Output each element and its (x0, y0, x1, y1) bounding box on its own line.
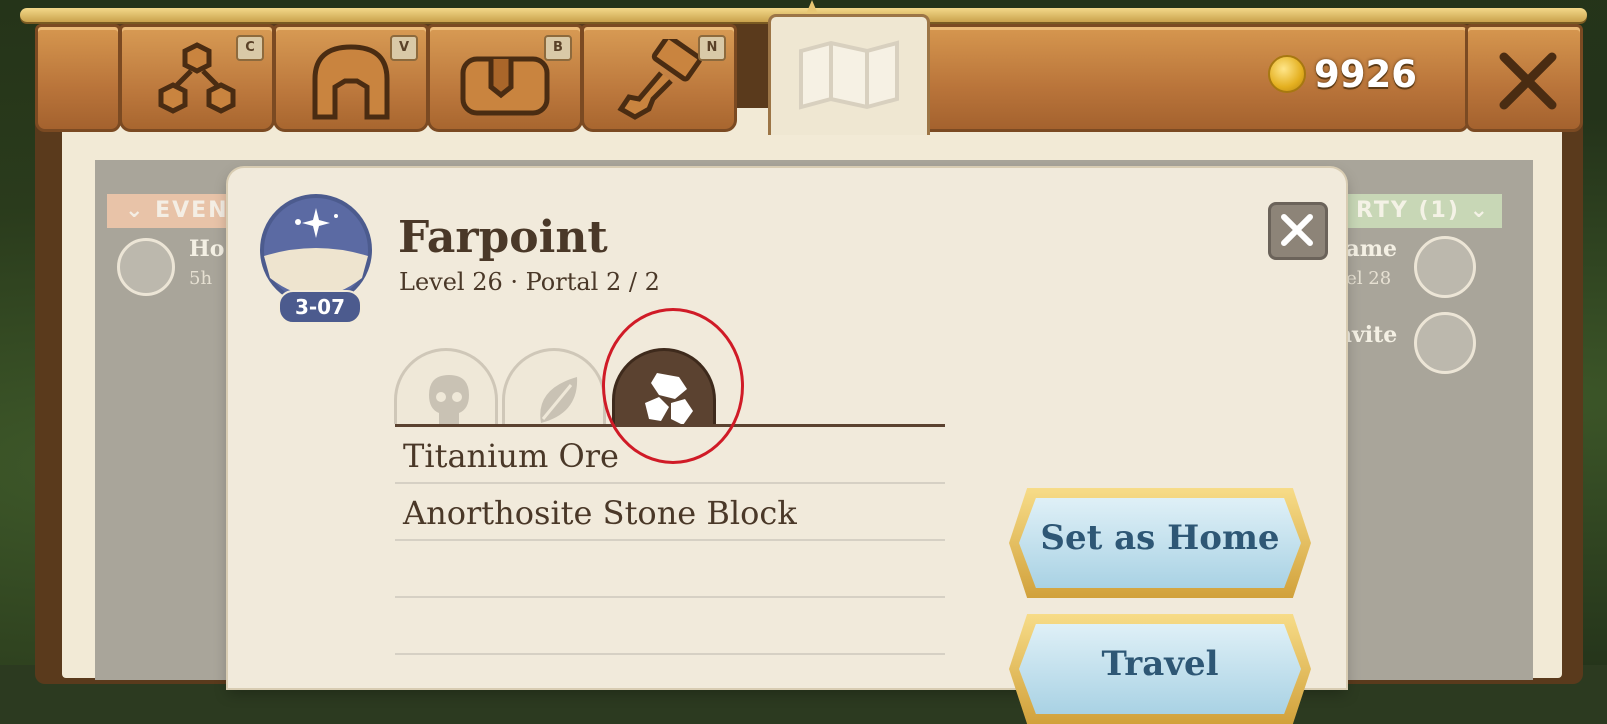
party-banner-label: RTY (1) (1355, 198, 1460, 223)
close-icon (1499, 52, 1557, 110)
tab-skills[interactable]: C (119, 24, 275, 132)
list-item (395, 598, 945, 655)
gold-counter: 9926 (1268, 52, 1417, 96)
events-banner-label: EVEN (155, 198, 229, 223)
hotkey-label: C (236, 35, 264, 61)
close-window-button[interactable] (1465, 24, 1583, 132)
party-banner[interactable]: RTY (1) ⌄ (1330, 194, 1502, 228)
bag-icon (460, 56, 550, 116)
tab-crafting[interactable]: N (581, 24, 737, 132)
gold-amount: 9926 (1314, 52, 1417, 96)
events-panel: ⌄ EVEN Ho 5h (107, 194, 249, 664)
resource-list: Titanium Ore Anorthosite Stone Block (395, 427, 945, 655)
leaf-icon (540, 377, 578, 423)
set-home-label: Set as Home (1040, 518, 1280, 558)
list-item: Anorthosite Stone Block (395, 484, 945, 541)
list-item: Titanium Ore (395, 427, 945, 484)
travel-button[interactable]: Travel (1009, 614, 1311, 724)
skill-tree-icon (158, 42, 236, 114)
set-home-button[interactable]: Set as Home (1009, 488, 1311, 598)
portal-title: Farpoint (398, 212, 608, 263)
tabbar-left-cap (35, 24, 121, 132)
invite-player-icon[interactable] (1414, 312, 1476, 374)
hammer-icon (617, 39, 703, 120)
portal-subtitle: Level 26 · Portal 2 / 2 (399, 268, 660, 296)
tab-equipment[interactable]: V (273, 24, 429, 132)
tab-inventory[interactable]: B (427, 24, 583, 132)
hotkey-label: B (544, 35, 572, 61)
hotkey-label: N (698, 35, 726, 61)
skull-icon (429, 375, 469, 425)
travel-label: Travel (1101, 644, 1219, 684)
dialog-close-button[interactable] (1268, 202, 1328, 260)
hotkey-label: V (390, 35, 418, 61)
map-icon (799, 40, 899, 110)
gold-coin-icon (1268, 55, 1306, 93)
sword-icon[interactable] (1414, 236, 1476, 298)
tab-map[interactable] (768, 14, 930, 135)
event-title: Ho (189, 236, 225, 262)
ore-rocks-icon (645, 373, 693, 425)
event-timer: 5h (189, 268, 213, 289)
close-icon (1281, 214, 1313, 246)
list-item (395, 541, 945, 598)
helmet-icon (312, 44, 390, 120)
party-panel: RTY (1) ⌄ fame vel 28 nvite (1330, 194, 1502, 664)
event-boss-icon (117, 238, 175, 296)
world-badge-label: 3-07 (278, 290, 362, 324)
